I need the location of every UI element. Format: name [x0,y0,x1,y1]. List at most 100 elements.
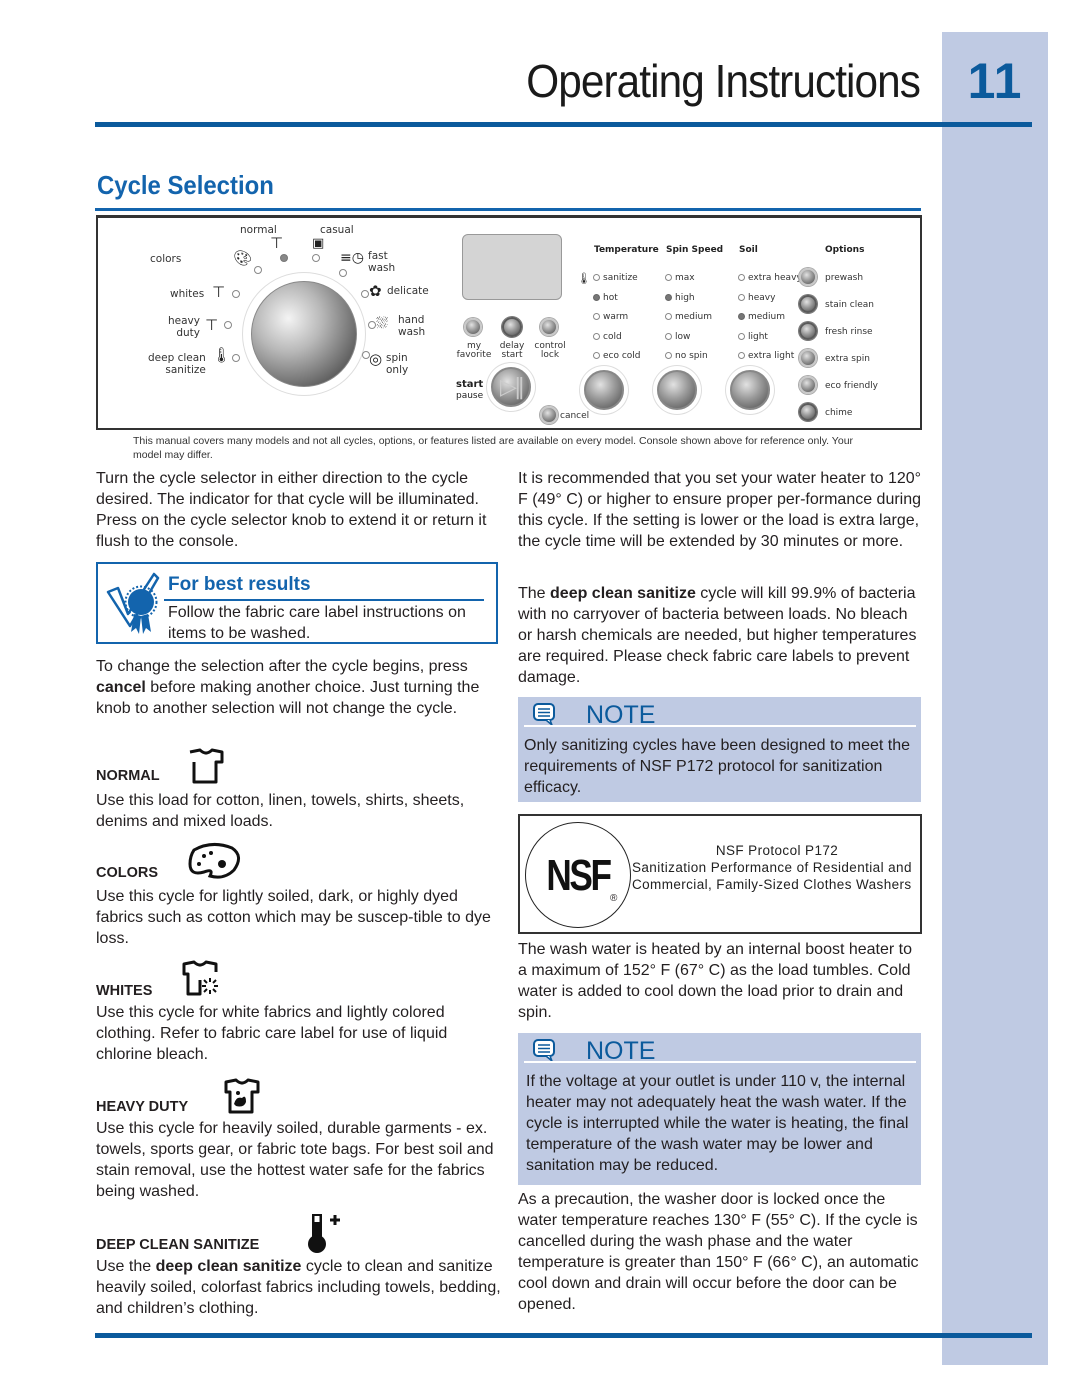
cycle-selector-knob[interactable] [251,281,357,387]
temperature-option[interactable]: warm [593,312,628,323]
spin-speed-header: Spin Speed [666,245,724,255]
cycle-indicator-deep-clean [232,354,240,362]
cycle-indicator-heavy-duty [224,321,232,329]
radio-indicator [738,313,745,320]
spin-speed-option[interactable]: max [665,273,695,284]
console-illustration: normal ⊤ casual ▣ ≡◷ fast wash ✿ delicate… [96,215,922,430]
shirt-icon [189,748,224,784]
footer-rule [95,1333,1032,1338]
cancel-button[interactable] [540,406,558,424]
my-favorite-label: my favorite [456,341,492,360]
control-lock-button[interactable] [540,318,558,336]
temperature-header: Temperature [594,245,659,255]
soil-option[interactable]: extra heavy [738,273,802,284]
option-label: stain clean [825,300,875,310]
palette-icon: 🎨︎ [233,249,253,267]
cycle-heading-heavy-duty: HEAVY DUTY [96,1099,189,1115]
temperature-option[interactable]: cold [593,332,622,343]
cycle-heading-whites: WHITES [96,983,153,999]
temperature-option[interactable]: sanitize [593,273,638,284]
note-rule [524,725,916,727]
fast-clock-icon: ≡◷ [340,250,364,266]
console-disclaimer: This manual covers many models and not a… [133,435,854,461]
option-label: medium [675,312,712,322]
option-button-prewash[interactable] [799,268,817,286]
spin-speed-option[interactable]: no spin [665,351,708,362]
temperature-knob[interactable] [584,370,624,410]
lcd-display [462,234,562,300]
spin-speed-option[interactable]: low [665,332,690,343]
casual-shirt-icon: ▣ [312,236,325,251]
cycle-indicator-casual [312,254,320,262]
header-rule [95,122,1032,127]
spin-speed-knob[interactable] [657,370,697,410]
best-results-text: Follow the fabric care label instruction… [168,604,466,642]
cycle-heading-colors: COLORS [96,865,159,881]
best-results-box: For best results Follow the fabric care … [96,562,498,644]
cycle-indicator-colors [254,266,262,274]
radio-indicator [593,332,600,340]
cycle-description-colors: Use this cycle for lightly soiled, dark,… [96,888,491,947]
option-label: light [748,331,768,342]
soil-option[interactable]: heavy [738,293,775,304]
cycle-label-deep-clean-sanitize: deep clean sanitize [148,352,206,376]
door-lock-paragraph: As a precaution, the washer door is lock… [518,1191,919,1313]
start-pause-label: start pause [456,379,484,401]
cancel-label: cancel [560,411,590,421]
radio-indicator [593,274,600,281]
radio-indicator [593,293,600,301]
temperature-option[interactable]: hot [593,293,618,304]
option-button-chime[interactable] [799,403,817,421]
my-favorite-button[interactable] [464,318,482,336]
option-label: extra heavy [748,273,802,283]
thermometer-plus-icon [308,1214,340,1253]
cycle-indicator-delicate [361,290,369,298]
cycle-indicator-whites [232,290,240,298]
cycle-label-casual: casual [320,224,354,236]
option-button-fresh-rinse[interactable] [799,322,817,340]
option-label: cold [603,331,622,342]
note-text: Only sanitizing cycles have been designe… [524,737,911,796]
option-label: heavy [748,292,776,303]
radio-indicator [738,332,745,340]
award-checkmark-icon [106,572,160,634]
option-label: eco friendly [825,381,879,391]
start-pause-button[interactable]: ▷‖ [491,367,531,407]
page-number: 11 [967,53,1023,109]
page-side-band [942,32,1048,1365]
note-rule [524,1061,916,1063]
cycle-heading-deep-clean-sanitize: DEEP CLEAN SANITIZE [96,1237,260,1253]
option-button-stain-clean[interactable] [799,295,817,313]
spin-speed-option[interactable]: medium [665,312,712,323]
cycle-indicator-hand-wash [368,321,376,329]
radio-indicator [593,352,600,359]
radio-indicator [665,293,672,301]
option-label: extra spin [825,354,870,364]
radio-indicator [738,293,745,301]
heavy-shirt-icon [224,1078,260,1114]
cycle-label-spin-only: spin only [386,352,409,376]
option-label: low [675,331,691,342]
option-label: no spin [675,351,708,361]
option-button-eco-friendly[interactable] [799,376,817,394]
radio-indicator [665,274,672,281]
note-box-voltage: NOTE If the voltage at your outlet is un… [518,1033,921,1185]
delay-start-button[interactable] [502,317,522,337]
boost-heater-paragraph: The wash water is heated by an internal … [518,941,913,1021]
soil-option[interactable]: extra light [738,351,794,362]
cycle-indicator-normal [280,254,288,262]
option-button-extra-spin[interactable] [799,349,817,367]
soil-option[interactable]: medium [738,312,785,323]
water-heater-paragraph: It is recommended that you set your wate… [518,470,922,550]
spin-speed-option[interactable]: high [665,293,695,304]
nsf-protocol-text: NSF Protocol P172 Sanitization Performan… [632,843,912,892]
soil-option[interactable]: light [738,332,768,343]
control-lock-label: control lock [534,341,566,360]
change-selection-paragraph: To change the selection after the cycle … [96,658,480,717]
best-results-rule [164,599,484,601]
soil-knob[interactable] [730,370,770,410]
radio-indicator [665,313,672,320]
best-results-title: For best results [168,574,311,595]
temperature-option[interactable]: eco cold [593,351,641,362]
cycle-description-heavy-duty: Use this cycle for heavily soiled, durab… [96,1120,494,1200]
